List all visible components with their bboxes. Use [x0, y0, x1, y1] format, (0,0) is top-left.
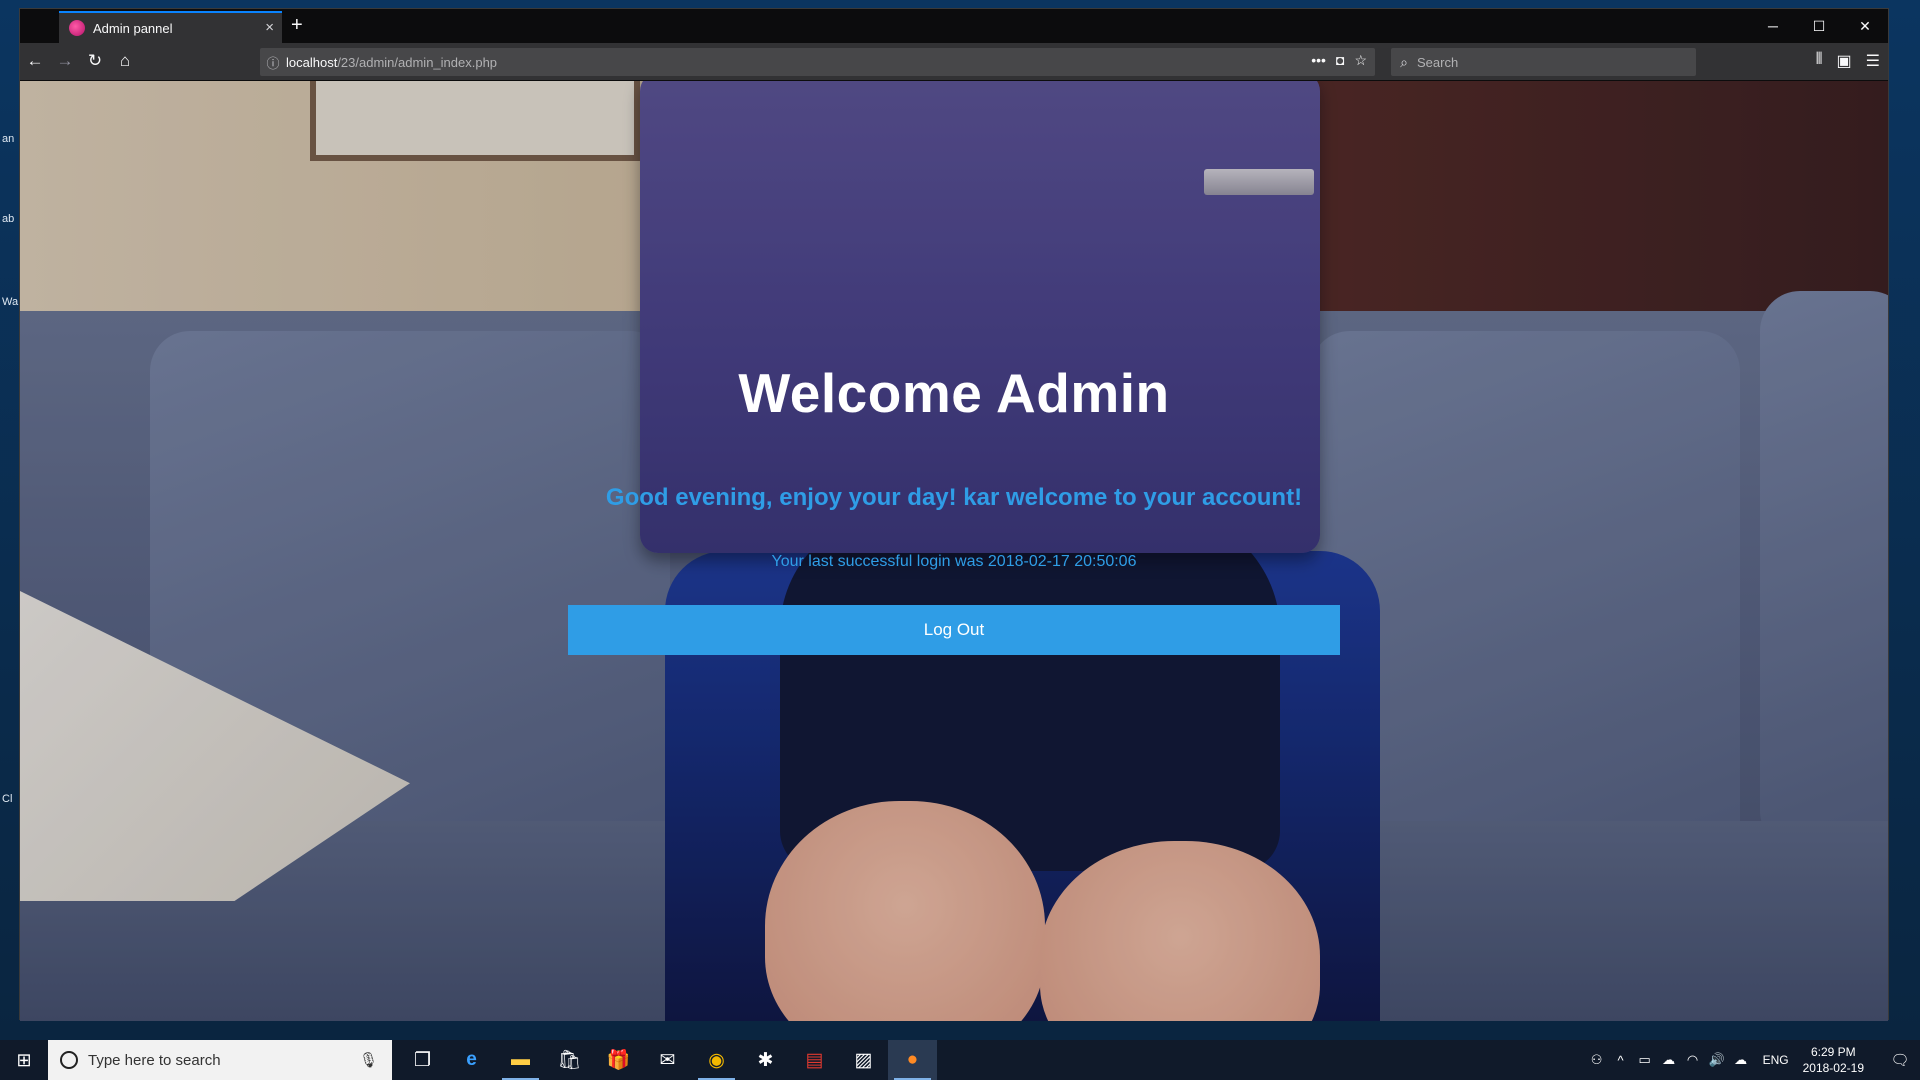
- menu-icon[interactable]: ☰: [1866, 51, 1880, 71]
- mail-icon[interactable]: ✉: [643, 1040, 692, 1080]
- clock[interactable]: 6:29 PM 2018-02-19: [1803, 1044, 1864, 1076]
- chrome-icon[interactable]: ◉: [692, 1040, 741, 1080]
- file-explorer-icon[interactable]: ▬: [496, 1040, 545, 1080]
- search-bar[interactable]: ⌕ Search: [1391, 48, 1696, 76]
- language-indicator[interactable]: ENG: [1763, 1053, 1789, 1067]
- window-controls: ─ ☐ ✕: [1750, 9, 1888, 43]
- desktop-icon-label: ab: [2, 213, 15, 225]
- favicon-icon: [69, 20, 85, 36]
- page-actions-icon[interactable]: •••: [1311, 52, 1326, 69]
- page-viewport: Welcome Admin Good evening, enjoy your d…: [20, 81, 1888, 1021]
- tab-close-icon[interactable]: ×: [265, 19, 274, 36]
- clock-time: 6:29 PM: [1810, 1045, 1856, 1059]
- search-placeholder: Search: [1417, 54, 1459, 70]
- url-path: /23/admin/admin_index.php: [337, 54, 498, 70]
- windows-start-icon[interactable]: ⊞: [0, 1040, 48, 1080]
- onedrive-icon[interactable]: ☁: [1657, 1052, 1681, 1068]
- site-info-icon[interactable]: ⓘ: [260, 53, 286, 72]
- taskbar-apps: ❐ e ▬ 🛍 🎁 ✉ ◉ ✱ ▤ ▨ ●: [398, 1040, 937, 1080]
- slack-icon[interactable]: ✱: [741, 1040, 790, 1080]
- desktop-icon-label: an: [2, 133, 15, 145]
- bookmark-star-icon[interactable]: ☆: [1354, 52, 1367, 69]
- navigation-toolbar: ← → ↻ ⌂ ⓘ localhost/23/admin/admin_index…: [20, 43, 1888, 81]
- back-icon[interactable]: ←: [24, 51, 46, 71]
- url-bar[interactable]: ⓘ localhost/23/admin/admin_index.php •••…: [260, 48, 1375, 76]
- edge-icon[interactable]: e: [447, 1040, 496, 1080]
- greeting-message: Good evening, enjoy your day! kar welcom…: [605, 484, 1303, 511]
- logout-button[interactable]: Log Out: [568, 605, 1340, 655]
- tab-admin-pannel[interactable]: Admin pannel ×: [59, 11, 282, 43]
- acrobat-icon[interactable]: ▤: [790, 1040, 839, 1080]
- forward-icon[interactable]: →: [54, 51, 76, 71]
- search-icon: ⌕: [1400, 53, 1408, 70]
- taskbar: ⊞ Type here to search 🎙 ❐ e ▬ 🛍 🎁 ✉ ◉ ✱ …: [0, 1040, 1920, 1080]
- admin-panel-content: Welcome Admin Good evening, enjoy your d…: [20, 81, 1888, 1021]
- home-icon[interactable]: ⌂: [114, 51, 136, 71]
- volume-icon[interactable]: 🔊: [1705, 1052, 1729, 1068]
- close-window-button[interactable]: ✕: [1842, 9, 1888, 43]
- clock-date: 2018-02-19: [1802, 1061, 1864, 1075]
- taskbar-search[interactable]: Type here to search 🎙: [48, 1040, 392, 1080]
- tab-title: Admin pannel: [93, 20, 173, 36]
- chevron-up-icon[interactable]: ^: [1609, 1053, 1633, 1068]
- page-title: Welcome Admin: [738, 362, 1170, 424]
- desktop-icon-label: Cl: [2, 793, 13, 805]
- people-icon[interactable]: ⚇: [1585, 1052, 1609, 1068]
- tab-bar: Admin pannel × + ─ ☐ ✕: [20, 9, 1888, 43]
- maximize-button[interactable]: ☐: [1796, 9, 1842, 43]
- desktop-icon-label: Wa: [2, 296, 19, 308]
- url-actions: ••• ◘ ☆: [1311, 52, 1367, 69]
- library-icon[interactable]: ⫴: [1816, 51, 1823, 71]
- sidebar-icon[interactable]: ▣: [1837, 51, 1852, 71]
- reload-icon[interactable]: ↻: [84, 51, 106, 71]
- toolbar-right: ⫴ ▣ ☰: [1816, 51, 1880, 71]
- microphone-icon[interactable]: 🎙: [359, 1051, 378, 1069]
- gift-icon[interactable]: 🎁: [594, 1040, 643, 1080]
- firefox-icon[interactable]: ●: [888, 1040, 937, 1080]
- new-tab-button[interactable]: +: [291, 15, 303, 35]
- wifi-icon[interactable]: ◠: [1681, 1052, 1705, 1068]
- pocket-icon[interactable]: ◘: [1336, 52, 1344, 69]
- url-host: localhost: [286, 54, 338, 70]
- battery-icon[interactable]: ▭: [1633, 1052, 1657, 1068]
- system-tray: ⚇ ^ ▭ ☁ ◠ 🔊 ☁ ENG 6:29 PM 2018-02-19 🗨: [1585, 1040, 1920, 1080]
- store-icon[interactable]: 🛍: [545, 1040, 594, 1080]
- task-view-icon[interactable]: ❐: [398, 1040, 447, 1080]
- minimize-button[interactable]: ─: [1750, 9, 1796, 43]
- cloud-icon[interactable]: ☁: [1729, 1052, 1753, 1068]
- notification-center-icon[interactable]: 🗨: [1880, 1051, 1920, 1069]
- taskbar-search-placeholder: Type here to search: [88, 1051, 221, 1069]
- browser-window: Admin pannel × + ─ ☐ ✕ ← → ↻ ⌂ ⓘ localho…: [19, 8, 1889, 1021]
- photos-icon[interactable]: ▨: [839, 1040, 888, 1080]
- last-login-info: Your last successful login was 2018-02-1…: [771, 553, 1137, 570]
- cortana-icon: [60, 1051, 78, 1069]
